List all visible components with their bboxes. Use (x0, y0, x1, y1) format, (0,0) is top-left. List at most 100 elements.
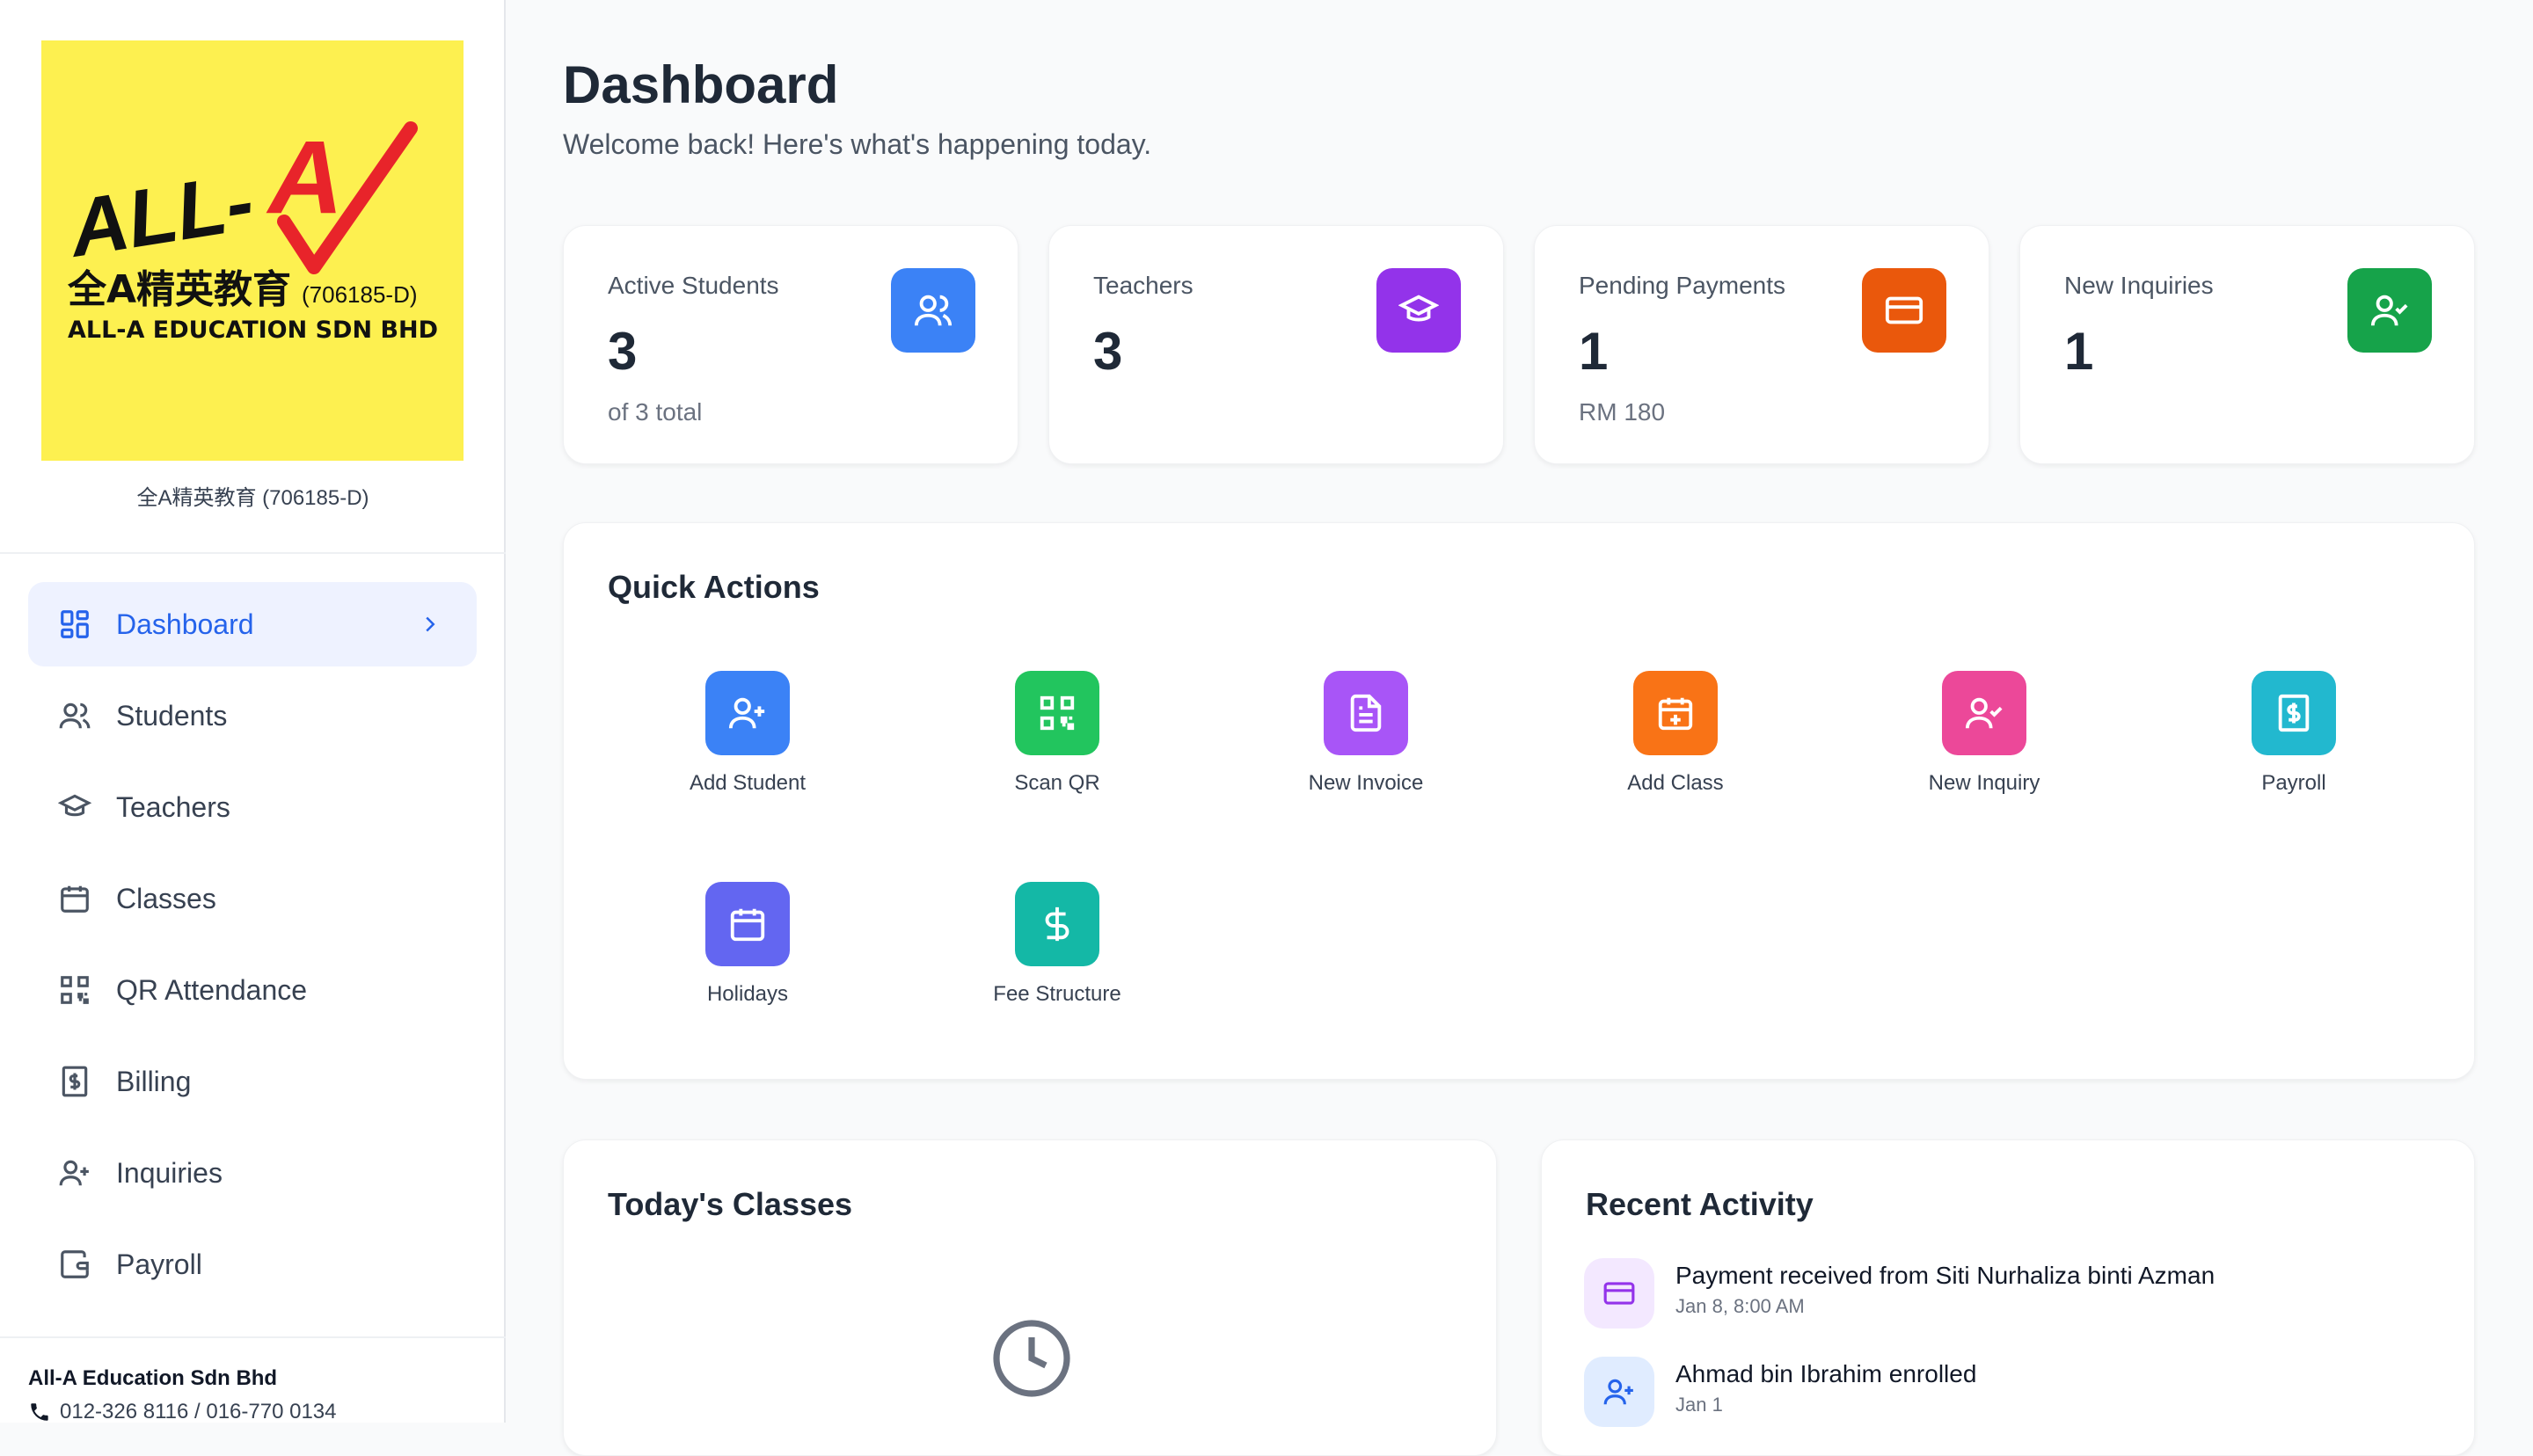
activity-item[interactable]: Payment received from Siti Nurhaliza bin… (1584, 1258, 2215, 1329)
stat-card-teachers[interactable]: Teachers 3 (1048, 225, 1504, 464)
stat-value: 3 (1093, 322, 1123, 381)
wallet-icon (58, 1248, 91, 1281)
logo-all-text: ALL- (62, 157, 259, 274)
company-logo: ALL- A 全A精英教育 (706185-D) ALL-A EDUCATION… (41, 40, 464, 461)
recent-activity-panel: Recent Activity Payment received from Si… (1541, 1139, 2475, 1456)
quick-action-add-class[interactable]: Add Class (1570, 671, 1781, 796)
graduation-cap-icon (1376, 268, 1461, 353)
graduation-cap-icon (58, 790, 91, 824)
sidebar-item-dashboard[interactable]: Dashboard (28, 582, 477, 666)
logo-company-name: ALL-A EDUCATION SDN BHD (68, 317, 438, 344)
quick-action-new-invoice[interactable]: New Invoice (1260, 671, 1471, 796)
logo-registration: (706185-D) (302, 281, 418, 308)
page-subtitle: Welcome back! Here's what's happening to… (563, 128, 1152, 160)
stat-subtext: RM 180 (1579, 398, 1666, 426)
credit-card-icon (1862, 268, 1946, 353)
sidebar-item-label: Billing (116, 1065, 192, 1097)
logo-a-letter: A (266, 120, 343, 236)
sidebar-item-payroll[interactable]: Payroll (28, 1222, 477, 1307)
receipt-icon (2252, 671, 2336, 755)
logo-chinese-name: 全A精英教育 (67, 267, 291, 312)
quick-actions-title: Quick Actions (608, 569, 820, 605)
stat-label: Pending Payments (1579, 272, 1786, 299)
activity-time: Jan 8, 8:00 AM (1675, 1295, 1805, 1317)
sidebar: ALL- A 全A精英教育 (706185-D) ALL-A EDUCATION… (0, 0, 506, 1423)
quick-action-label: Add Class (1627, 771, 1724, 795)
activity-title: Ahmad bin Ibrahim enrolled (1675, 1360, 1977, 1387)
sidebar-item-label: Teachers (116, 790, 230, 823)
sidebar-item-students[interactable]: Students (28, 673, 477, 758)
recent-activity-title: Recent Activity (1586, 1186, 1814, 1222)
quick-actions-panel: Quick Actions Add Student Scan QR New In… (563, 522, 2475, 1080)
quick-action-new-inquiry[interactable]: New Inquiry (1879, 671, 2090, 796)
qr-code-icon (1015, 671, 1099, 755)
calendar-icon (705, 882, 790, 966)
clock-icon (993, 1320, 1070, 1397)
sidebar-item-classes[interactable]: Classes (28, 856, 477, 941)
activity-title: Payment received from Siti Nurhaliza bin… (1675, 1262, 2215, 1289)
sidebar-item-label: Payroll (116, 1248, 202, 1280)
activity-time: Jan 1 (1675, 1394, 1723, 1416)
quick-action-add-student[interactable]: Add Student (642, 671, 853, 796)
layout-grid-icon (58, 608, 91, 641)
sidebar-item-billing[interactable]: Billing (28, 1039, 477, 1124)
sidebar-item-label: QR Attendance (116, 973, 308, 1006)
quick-action-label: New Inquiry (1928, 771, 2040, 795)
quick-action-label: Holidays (706, 982, 789, 1006)
user-check-icon (2347, 268, 2432, 353)
sidebar-item-teachers[interactable]: Teachers (28, 765, 477, 849)
credit-card-icon (1584, 1258, 1654, 1329)
users-icon (58, 699, 91, 732)
user-check-icon (1942, 671, 2026, 755)
calendar-icon (58, 882, 91, 915)
sidebar-item-label: Students (116, 699, 228, 732)
quick-action-scan-qr[interactable]: Scan QR (952, 671, 1163, 796)
stat-label: New Inquiries (2064, 272, 2214, 299)
user-plus-icon (58, 1156, 91, 1190)
user-plus-icon (1584, 1357, 1654, 1427)
calendar-plus-icon (1633, 671, 1718, 755)
stat-subtext: of 3 total (608, 398, 703, 426)
footer-company-name: All-A Education Sdn Bhd (28, 1366, 278, 1390)
quick-action-label: Scan QR (1014, 771, 1100, 795)
stat-card-active-students[interactable]: Active Students 3 of 3 total (563, 225, 1018, 464)
footer-company-phone: 012-326 8116 / 016-770 0134 (28, 1400, 337, 1424)
sidebar-item-label: Inquiries (116, 1156, 223, 1189)
todays-classes-title: Today's Classes (608, 1186, 853, 1222)
stat-card-pending-payments[interactable]: Pending Payments 1 RM 180 (1534, 225, 1989, 464)
user-plus-icon (705, 671, 790, 755)
sidebar-item-label: Dashboard (116, 608, 254, 640)
stat-label: Teachers (1093, 272, 1194, 299)
users-icon (891, 268, 975, 353)
stat-label: Active Students (608, 272, 779, 299)
quick-action-payroll[interactable]: Payroll (2188, 671, 2399, 796)
stat-value: 1 (2064, 322, 2094, 381)
logo-artwork: ALL- A 全A精英教育 (706185-D) ALL-A EDUCATION… (62, 120, 438, 344)
chevron-right-icon (426, 616, 435, 632)
todays-classes-panel: Today's Classes (563, 1139, 1497, 1456)
quick-action-label: New Invoice (1308, 771, 1424, 795)
quick-action-label: Fee Structure (993, 982, 1121, 1006)
phone-icon (31, 1403, 48, 1421)
sidebar-nav: Dashboard Students Teachers Classes QR A… (28, 582, 477, 1314)
quick-action-label: Payroll (2261, 771, 2326, 795)
page-title: Dashboard (563, 55, 839, 114)
stat-value: 1 (1579, 322, 1609, 381)
activity-item[interactable]: Ahmad bin Ibrahim enrolled Jan 1 (1584, 1357, 1976, 1427)
stat-value: 3 (608, 322, 638, 381)
sidebar-item-qr-attendance[interactable]: QR Attendance (28, 948, 477, 1032)
sidebar-footer-divider (0, 1336, 506, 1338)
quick-action-fee-structure[interactable]: Fee Structure (952, 882, 1163, 1007)
quick-action-label: Add Student (689, 771, 807, 795)
quick-action-holidays[interactable]: Holidays (642, 882, 853, 1007)
file-text-icon (1324, 671, 1408, 755)
sidebar-divider (0, 552, 506, 554)
stat-card-new-inquiries[interactable]: New Inquiries 1 (2019, 225, 2475, 464)
qr-code-icon (58, 973, 91, 1007)
logo-caption: 全A精英教育 (706185-D) (136, 486, 369, 510)
sidebar-item-inquiries[interactable]: Inquiries (28, 1131, 477, 1215)
dollar-sign-icon (1015, 882, 1099, 966)
phone-text: 012-326 8116 / 016-770 0134 (60, 1400, 337, 1423)
receipt-icon (58, 1065, 91, 1098)
sidebar-item-label: Classes (116, 882, 216, 914)
